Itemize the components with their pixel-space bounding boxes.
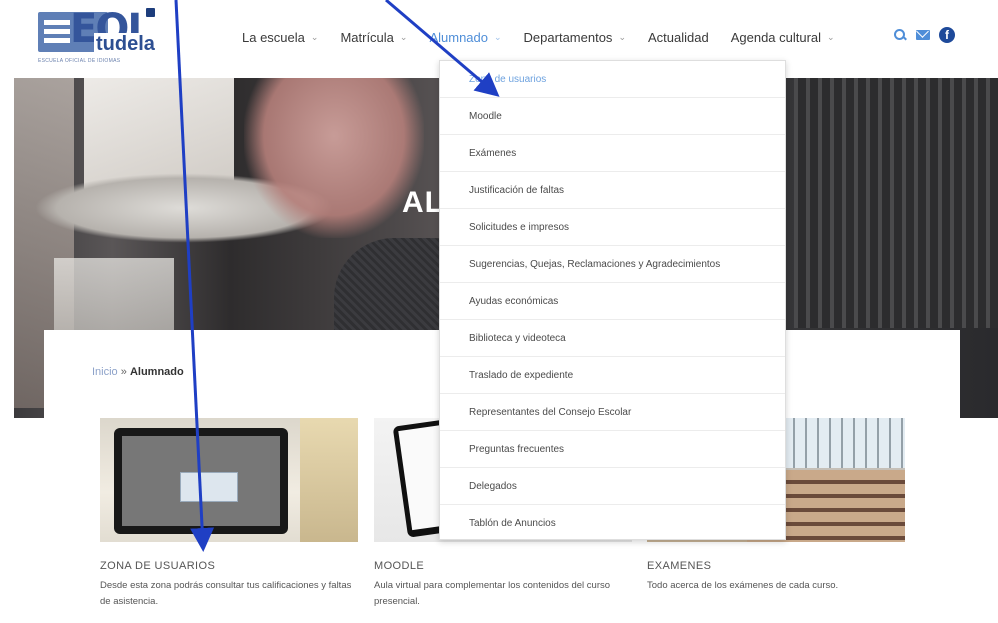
header-icons: f (893, 27, 955, 43)
chevron-down-icon: ⌄ (310, 31, 319, 42)
logo-subtitle: ESCUELA OFICIAL DE IDIOMAS (38, 58, 121, 64)
menu-item-zona-de-usuarios[interactable]: Zona de usuarios (440, 61, 785, 98)
logo-dot (146, 8, 155, 17)
breadcrumb: Inicio » Alumnado (92, 366, 184, 378)
site-logo[interactable]: EOI tudela ESCUELA OFICIAL DE IDIOMAS (38, 6, 160, 68)
menu-item-biblioteca-y-videoteca[interactable]: Biblioteca y videoteca (440, 320, 785, 357)
alumnado-dropdown-menu: Zona de usuarios Moodle Exámenes Justifi… (439, 60, 786, 540)
card-description: Aula virtual para complementar los conte… (374, 580, 611, 607)
chevron-down-icon: ⌄ (494, 31, 502, 42)
nav-item-alumnado[interactable]: Alumnado ⌄ (429, 30, 501, 45)
card-title[interactable]: ZONA DE USUARIOS (100, 560, 358, 572)
breadcrumb-separator: » (120, 366, 127, 378)
shelf-image (300, 418, 358, 542)
menu-item-delegados[interactable]: Delegados (440, 468, 785, 505)
nav-item-label: Agenda cultural (730, 29, 822, 45)
search-icon[interactable] (893, 28, 907, 42)
facebook-icon[interactable]: f (939, 27, 955, 43)
monitor-screen (122, 436, 280, 526)
card-image[interactable] (100, 418, 358, 542)
menu-item-moodle[interactable]: Moodle (440, 98, 785, 135)
menu-item-preguntas-frecuentes[interactable]: Preguntas frecuentes (440, 431, 785, 468)
chevron-down-icon: ⌄ (618, 31, 626, 42)
card-zona-de-usuarios[interactable]: ZONA DE USUARIOS Desde esta zona podrás … (100, 418, 358, 610)
breadcrumb-current: Alumnado (129, 366, 184, 378)
breadcrumb-home-link[interactable]: Inicio (92, 366, 118, 378)
card-title[interactable]: EXAMENES (647, 560, 905, 572)
menu-item-tablon-de-anuncios[interactable]: Tablón de Anuncios (440, 505, 785, 542)
chevron-down-icon: ⌄ (399, 31, 408, 42)
card-title[interactable]: MOODLE (374, 560, 632, 572)
nav-item-departamentos[interactable]: Departamentos ⌄ (524, 30, 626, 45)
nav-item-label: Matrícula (340, 29, 394, 45)
hero-photo-detail (244, 78, 424, 238)
menu-item-ayudas-economicas[interactable]: Ayudas económicas (440, 283, 785, 320)
logo-name: tudela (94, 33, 157, 56)
nav-item-label: Departamentos (523, 29, 613, 45)
nav-item-label: La escuela (242, 29, 305, 45)
main-nav: La escuela ⌄ Matrícula ⌄ Alumnado ⌄ Depa… (242, 28, 857, 46)
nav-item-label: Alumnado (429, 29, 488, 45)
nav-item-la-escuela[interactable]: La escuela ⌄ (242, 30, 318, 45)
menu-item-representantes-consejo-escolar[interactable]: Representantes del Consejo Escolar (440, 394, 785, 431)
hero-photo-detail (794, 78, 998, 328)
login-dialog-image (180, 472, 238, 502)
menu-item-traslado-de-expediente[interactable]: Traslado de expediente (440, 357, 785, 394)
mail-icon[interactable] (916, 30, 930, 40)
menu-item-solicitudes-e-impresos[interactable]: Solicitudes e impresos (440, 209, 785, 246)
nav-item-agenda-cultural[interactable]: Agenda cultural ⌄ (731, 30, 835, 45)
menu-item-sugerencias[interactable]: Sugerencias, Quejas, Reclamaciones y Agr… (440, 246, 785, 283)
hero-title: AL (402, 186, 444, 219)
monitor-image (114, 428, 288, 534)
chevron-down-icon: ⌄ (827, 31, 835, 42)
nav-item-matricula[interactable]: Matrícula ⌄ (340, 30, 407, 45)
menu-item-examenes[interactable]: Exámenes (440, 135, 785, 172)
card-description: Todo acerca de los exámenes de cada curs… (647, 580, 839, 591)
nav-item-label: Actualidad (647, 29, 709, 45)
card-description: Desde esta zona podrás consultar tus cal… (100, 580, 352, 607)
menu-item-justificacion-de-faltas[interactable]: Justificación de faltas (440, 172, 785, 209)
nav-item-actualidad[interactable]: Actualidad (648, 30, 709, 45)
